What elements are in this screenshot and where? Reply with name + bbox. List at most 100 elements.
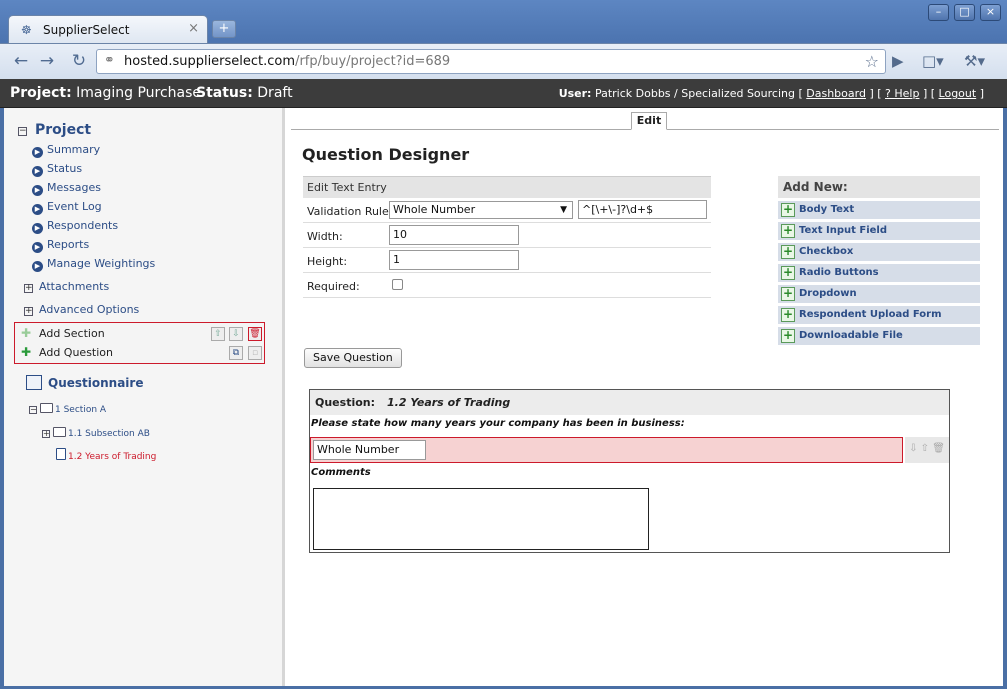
paste-icon[interactable]: ▫ [248, 346, 262, 360]
add-section-row[interactable]: ✚ Add Section ⇧ ⇩ 🗑 [21, 326, 262, 344]
add-dropdown-button[interactable]: + Dropdown [778, 285, 980, 303]
sidebar-item-attachments[interactable]: + Attachments [24, 280, 109, 293]
comments-label: Comments [311, 467, 371, 478]
tree-question-selected[interactable]: 1.2 Years of Trading [56, 448, 156, 462]
page-title: Question Designer [302, 145, 470, 164]
question-preview-header: Question: 1.2 Years of Trading [310, 390, 949, 415]
add-question-row[interactable]: ✚ Add Question ⧉ ▫ [21, 345, 262, 363]
add-new-panel: Add New: + Body Text + Text Input Field + C… [778, 176, 980, 345]
arrow-bullet-icon: ▶ [32, 204, 43, 215]
sidebar-item-summary[interactable]: ▶ Summary [32, 143, 100, 158]
height-input[interactable]: 1 [389, 250, 519, 270]
reload-icon[interactable]: ↻ [66, 50, 92, 74]
sidebar-item-event-log[interactable]: ▶ Event Log [32, 200, 102, 215]
validation-label: Validation Rule [307, 205, 389, 218]
close-tab-icon[interactable]: × [188, 21, 199, 36]
tree-subsection-ab[interactable]: +1.1 Subsection AB [42, 427, 150, 439]
move-down-icon[interactable]: ⇩ [229, 327, 243, 341]
help-link[interactable]: ? Help [885, 87, 919, 100]
app-header: Project: Imaging Purchase Status: Draft … [0, 79, 1007, 108]
question-prompt: Please state how many years your company… [311, 418, 685, 429]
arrow-bullet-icon: ▶ [32, 147, 43, 158]
delete-icon[interactable]: 🗑 [932, 443, 945, 454]
document-icon [56, 448, 66, 460]
sidebar-item-reports[interactable]: ▶ Reports [32, 238, 89, 253]
add-text-input-field-button[interactable]: + Text Input Field [778, 222, 980, 240]
move-up-icon[interactable]: ⇧ [921, 443, 929, 454]
new-tab-button[interactable]: + [212, 20, 236, 38]
question-preview: Question: 1.2 Years of Trading Please sta… [309, 389, 950, 553]
close-window-button[interactable]: × [980, 4, 1001, 21]
forward-icon[interactable]: → [34, 50, 60, 74]
response-input[interactable]: Whole Number [313, 440, 426, 460]
comments-textarea[interactable] [313, 488, 649, 550]
field-controls: ⇩ ⇧ 🗑 [905, 437, 949, 463]
dashboard-link[interactable]: Dashboard [806, 87, 866, 100]
selected-response-field[interactable]: Whole Number [310, 437, 903, 463]
required-label: Required: [307, 280, 360, 293]
logout-link[interactable]: Logout [939, 87, 977, 100]
expand-icon[interactable]: + [24, 307, 33, 316]
address-bar[interactable]: ⚭ hosted.supplierselect.com/rfp/buy/proj… [96, 49, 886, 74]
plus-icon: + [781, 202, 795, 217]
delete-icon[interactable]: 🗑 [248, 327, 262, 341]
sidebar-item-advanced-options[interactable]: + Advanced Options [24, 303, 139, 316]
required-checkbox[interactable] [392, 279, 403, 290]
questionnaire-header[interactable]: Questionnaire [26, 375, 143, 390]
plus-icon: + [781, 307, 795, 322]
content-frame: − Project ▶ Summary ▶ Status ▶ Messages ▶ Eve… [4, 108, 1003, 686]
regex-input[interactable]: ^[\+\-]?\d+$ [578, 200, 707, 219]
arrow-bullet-icon: ▶ [32, 242, 43, 253]
bookmark-star-icon[interactable]: ☆ [865, 52, 879, 71]
sidebar-item-respondents[interactable]: ▶ Respondents [32, 219, 118, 234]
chevron-down-icon: ▼ [560, 205, 567, 215]
collapse-icon[interactable]: − [29, 406, 37, 414]
height-label: Height: [307, 255, 348, 268]
project-status: Status: Draft [196, 85, 293, 101]
validation-rule-select[interactable]: Whole Number ▼ [389, 201, 573, 219]
wrench-icon[interactable]: ⚒▾ [964, 52, 985, 70]
collapse-icon[interactable]: − [18, 127, 27, 136]
arrow-bullet-icon: ▶ [32, 185, 43, 196]
globe-icon: ⚭ [104, 53, 115, 68]
add-section-icon: ✚ [21, 326, 32, 340]
folder-icon [40, 403, 53, 413]
sidebar-item-messages[interactable]: ▶ Messages [32, 181, 101, 196]
copy-icon[interactable]: ⧉ [229, 346, 243, 360]
browser-toolbar: ← → ↻ ⚭ hosted.supplierselect.com/rfp/bu… [0, 43, 1007, 79]
sidebar-project-header[interactable]: − Project [18, 122, 91, 138]
tab-edit[interactable]: Edit [631, 112, 667, 130]
browser-tab[interactable]: ☸ SupplierSelect × [8, 15, 208, 43]
add-radio-buttons-button[interactable]: + Radio Buttons [778, 264, 980, 282]
arrow-bullet-icon: ▶ [32, 166, 43, 177]
width-label: Width: [307, 230, 343, 243]
height-row: Height: 1 [303, 248, 711, 273]
move-up-icon[interactable]: ⇧ [211, 327, 225, 341]
back-icon[interactable]: ← [8, 50, 34, 74]
width-row: Width: 10 [303, 223, 711, 248]
expand-icon[interactable]: + [42, 430, 50, 438]
page-menu-icon[interactable]: □▾ [922, 52, 944, 70]
save-question-button[interactable]: Save Question [304, 348, 402, 368]
minimize-button[interactable]: – [928, 4, 949, 21]
sidebar: − Project ▶ Summary ▶ Status ▶ Messages ▶ Eve… [4, 108, 285, 686]
expand-icon[interactable]: + [24, 284, 33, 293]
sidebar-item-status[interactable]: ▶ Status [32, 162, 82, 177]
add-respondent-upload-form-button[interactable]: + Respondent Upload Form [778, 306, 980, 324]
add-body-text-button[interactable]: + Body Text [778, 201, 980, 219]
tree-section-a[interactable]: −1 Section A [29, 403, 106, 415]
browser-chrome: ☸ SupplierSelect × + – □ × ← → ↻ ⚭ hoste… [0, 0, 1007, 79]
add-new-header: Add New: [778, 176, 980, 198]
add-question-icon: ✚ [21, 345, 32, 359]
required-row: Required: [303, 273, 711, 298]
project-title: Project: Imaging Purchase [10, 85, 202, 101]
width-input[interactable]: 10 [389, 225, 519, 245]
add-downloadable-file-button[interactable]: + Downloadable File [778, 327, 980, 345]
user-info: User: Patrick Dobbs / Specialized Sourci… [558, 87, 984, 100]
move-down-icon[interactable]: ⇩ [909, 443, 917, 454]
go-icon[interactable]: ▶ [892, 52, 904, 70]
sidebar-item-manage-weightings[interactable]: ▶ Manage Weightings [32, 257, 155, 272]
add-checkbox-button[interactable]: + Checkbox [778, 243, 980, 261]
plus-icon: + [781, 244, 795, 259]
maximize-button[interactable]: □ [954, 4, 975, 21]
